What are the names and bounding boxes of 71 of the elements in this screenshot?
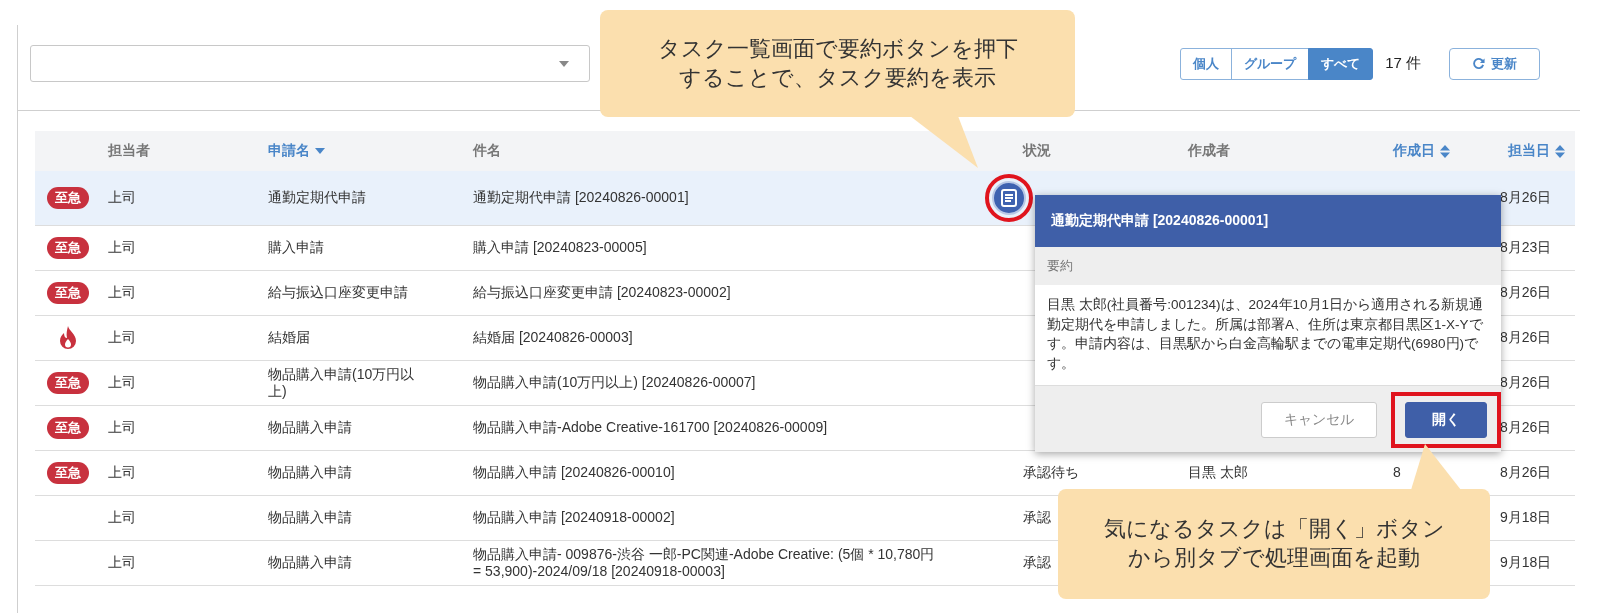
application-cell: 物品購入申請 [268, 464, 352, 482]
assignee-cell: 上司 [108, 284, 136, 301]
column-header: 作成者 [1188, 142, 1230, 160]
subject-cell-text: 物品購入申請- 009876-渋谷 一郎-PC関連-Adobe Creative: (5個 * 10,780円 = 53,900)-2024/09/18 [20240918-00003] [473, 545, 936, 581]
application-cell: 通勤定期代申請 [268, 189, 366, 207]
dropdown-field[interactable] [30, 45, 590, 82]
assigned-date-cell: 8月23日 [1500, 239, 1552, 256]
cancel-button[interactable]: キャンセル [1261, 402, 1377, 439]
subject-cell: 給与振込口座変更申請 [20240823-00002] [473, 284, 731, 302]
urgent-badge: 至急 [46, 461, 89, 485]
created-date-cell: 8 [1393, 464, 1401, 481]
assignee-cell: 上司 [108, 419, 136, 436]
urgent-badge: 至急 [46, 236, 89, 260]
section-label: 要約 [1035, 247, 1501, 285]
flame-icon [58, 326, 77, 350]
urgent-badge: 至急 [46, 416, 89, 440]
assignee-cell: 上司 [108, 239, 136, 256]
urgent-badge: 至急 [46, 186, 89, 210]
application-cell: 購入申請 [268, 239, 324, 257]
subject-cell: 結婚届 [20240826-00003] [473, 329, 633, 347]
assigned-date-cell: 9月18日 [1500, 509, 1552, 526]
urgent-badge: 至急 [46, 281, 89, 305]
assignee-cell: 上司 [108, 554, 136, 571]
urgent-badge: 至急 [46, 371, 89, 395]
open-button[interactable]: 開く [1405, 402, 1487, 439]
assigned-date-cell: 8月26日 [1500, 284, 1552, 301]
task-count: 17 件 [1385, 54, 1421, 73]
summary-button[interactable] [992, 181, 1026, 215]
callout-pointer [910, 116, 980, 169]
assigned-date-cell: 8月26日 [1500, 189, 1552, 206]
column-header: 件名 [473, 142, 501, 160]
application-cell: 結婚届 [268, 329, 310, 347]
column-header: 担当者 [108, 142, 150, 160]
assignee-cell: 上司 [108, 374, 136, 391]
assignee-cell: 上司 [108, 464, 136, 481]
application-cell: 物品購入申請 [268, 419, 352, 437]
status-cell: 承認待ち [1023, 464, 1079, 481]
subject-cell: 物品購入申請 [20240826-00010] [473, 464, 675, 482]
callout-text: 気になるタスクは「開く」ボタンから別タブで処理画面を起動 [1058, 489, 1490, 599]
popup-title: 通勤定期代申請 [20240826-00001] [1035, 195, 1501, 247]
sort-icon [1440, 144, 1450, 158]
application-cell: 物品購入申請 [268, 554, 352, 572]
assignee-cell: 上司 [108, 189, 136, 206]
subject-cell: 物品購入申請-Adobe Creative-161700 [20240826-00009] [473, 419, 828, 437]
subject-cell: 物品購入申請 [20240918-00002] [473, 509, 675, 527]
assignee-cell: 上司 [108, 329, 136, 346]
scope-tab[interactable]: すべて [1308, 47, 1374, 80]
assigned-date-cell: 8月26日 [1500, 419, 1552, 436]
status-cell: 承認 [1023, 509, 1051, 526]
sort-descending-icon [315, 148, 325, 154]
assigned-date-cell: 9月18日 [1500, 554, 1552, 571]
application-cell-text: 物品購入申請(10万円以上) [268, 365, 416, 401]
creator-cell: 目黒 太郎 [1188, 464, 1248, 481]
assigned-date-cell: 8月26日 [1500, 374, 1552, 391]
assignee-cell: 上司 [108, 509, 136, 526]
assigned-date-cell: 8月26日 [1500, 329, 1552, 346]
application-cell: 物品購入申請 [268, 509, 352, 527]
assigned-date-cell: 8月26日 [1500, 464, 1552, 481]
refresh-icon [1472, 57, 1485, 70]
subject-cell: 通勤定期代申請 [20240826-00001] [473, 189, 689, 207]
refresh-button[interactable]: 更新 [1449, 47, 1540, 80]
caret-icon [559, 60, 569, 67]
column-header: 状況 [1023, 142, 1051, 160]
document-icon [1001, 189, 1017, 207]
scope-tab[interactable]: グループ [1231, 47, 1310, 80]
subject-cell: 購入申請 [20240823-00005] [473, 239, 647, 257]
sort-icon [1555, 144, 1565, 158]
status-cell: 承認 [1023, 554, 1051, 571]
subject-cell: 物品購入申請(10万円以上) [20240826-00007] [473, 374, 756, 392]
scope-tab[interactable]: 個人 [1180, 47, 1233, 80]
application-cell: 給与振込口座変更申請 [268, 284, 408, 302]
